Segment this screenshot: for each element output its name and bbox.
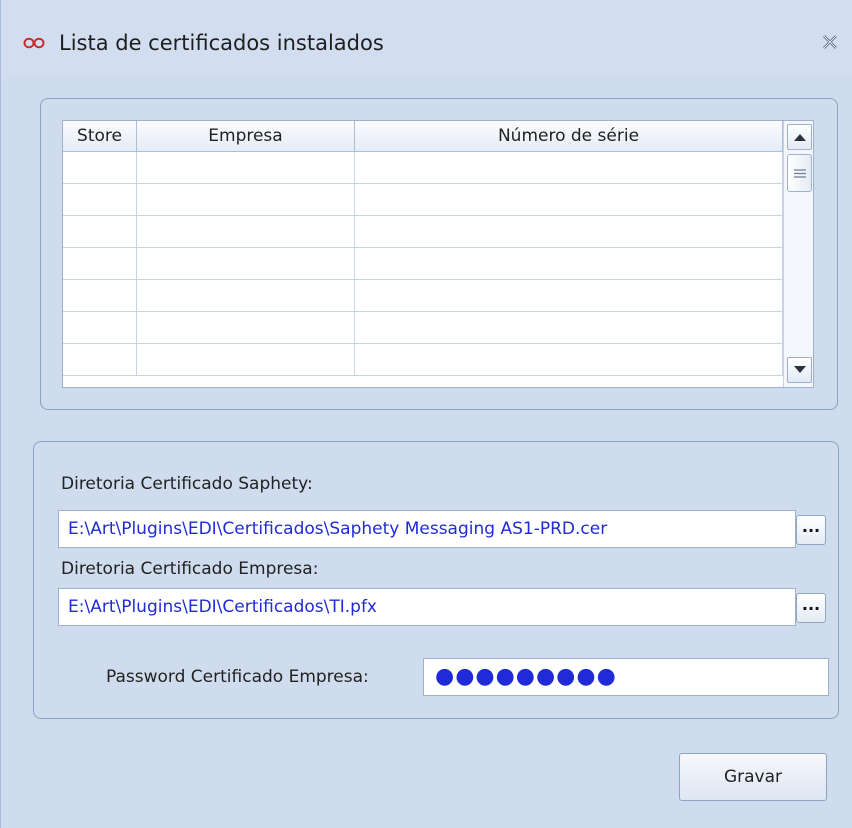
cell-empresa xyxy=(137,312,355,343)
cell-store xyxy=(63,152,137,183)
grid-vertical-scrollbar[interactable] xyxy=(783,121,813,387)
browse-saphety-button[interactable]: ... xyxy=(796,515,826,545)
close-button[interactable] xyxy=(819,31,841,53)
certificate-list-dialog: Lista de certificados instalados Store E… xyxy=(0,0,852,828)
cell-empresa xyxy=(137,216,355,247)
empresa-directory-label: Diretoria Certificado Empresa: xyxy=(61,559,319,579)
password-label: Password Certificado Empresa: xyxy=(106,667,369,687)
empresa-path-field[interactable]: E:\Art\Plugins\EDI\Certificados\TI.pfx xyxy=(58,588,796,626)
password-field[interactable]: ●●●●●●●●● xyxy=(423,658,829,696)
cell-empresa xyxy=(137,184,355,215)
cell-serial xyxy=(355,184,783,215)
certificates-grid[interactable]: Store Empresa Número de série xyxy=(62,120,814,388)
cell-empresa xyxy=(137,152,355,183)
saphety-directory-label: Diretoria Certificado Saphety: xyxy=(61,474,313,494)
window-title: Lista de certificados instalados xyxy=(59,31,384,55)
column-header-empresa[interactable]: Empresa xyxy=(137,121,355,152)
table-row[interactable] xyxy=(63,344,783,376)
cell-serial xyxy=(355,312,783,343)
table-row[interactable] xyxy=(63,216,783,248)
title-bar[interactable]: Lista de certificados instalados xyxy=(1,0,852,78)
cell-serial xyxy=(355,216,783,247)
column-header-serial[interactable]: Número de série xyxy=(355,121,783,152)
cell-empresa xyxy=(137,280,355,311)
scroll-up-button[interactable] xyxy=(787,124,812,150)
table-row[interactable] xyxy=(63,184,783,216)
cell-empresa xyxy=(137,248,355,279)
cell-empresa xyxy=(137,344,355,375)
table-row[interactable] xyxy=(63,312,783,344)
certificate-settings-group: Diretoria Certificado Saphety: E:\Art\Pl… xyxy=(33,441,839,719)
save-button[interactable]: Gravar xyxy=(679,753,827,801)
cell-store xyxy=(63,280,137,311)
scroll-thumb[interactable] xyxy=(787,154,812,192)
table-row[interactable] xyxy=(63,280,783,312)
table-row[interactable] xyxy=(63,248,783,280)
grid-body xyxy=(63,152,783,376)
grip-icon xyxy=(793,168,806,178)
arrow-down-icon xyxy=(793,366,806,373)
certificates-group: Store Empresa Número de série xyxy=(40,98,838,410)
scroll-down-button[interactable] xyxy=(787,357,812,383)
saphety-path-field[interactable]: E:\Art\Plugins\EDI\Certificados\Saphety … xyxy=(58,510,796,548)
cell-serial xyxy=(355,344,783,375)
column-header-store[interactable]: Store xyxy=(63,121,137,152)
close-icon xyxy=(823,35,837,49)
grid-header: Store Empresa Número de série xyxy=(63,121,783,152)
arrow-up-icon xyxy=(793,134,806,141)
cell-serial xyxy=(355,280,783,311)
cell-store xyxy=(63,344,137,375)
infinity-icon xyxy=(23,37,45,49)
browse-empresa-button[interactable]: ... xyxy=(796,593,826,623)
cell-store xyxy=(63,312,137,343)
cell-serial xyxy=(355,152,783,183)
cell-store xyxy=(63,184,137,215)
table-row[interactable] xyxy=(63,152,783,184)
cell-serial xyxy=(355,248,783,279)
cell-store xyxy=(63,216,137,247)
cell-store xyxy=(63,248,137,279)
